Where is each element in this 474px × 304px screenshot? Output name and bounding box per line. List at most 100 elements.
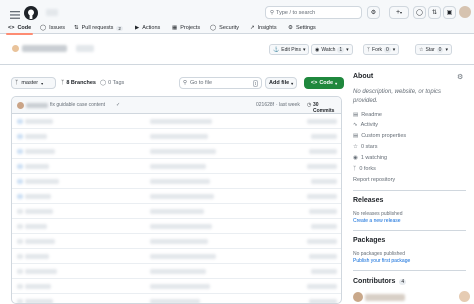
file-name[interactable] bbox=[25, 269, 57, 274]
file-name[interactable] bbox=[25, 149, 55, 154]
file-row[interactable] bbox=[12, 159, 341, 174]
author-name[interactable] bbox=[26, 103, 48, 108]
edit-pins-button[interactable]: ⚓ Edit Pins ▾ bbox=[269, 44, 310, 55]
fork-icon: ᛉ bbox=[367, 46, 371, 53]
file-commit-message[interactable] bbox=[150, 149, 216, 154]
divider bbox=[353, 230, 466, 231]
file-row[interactable] bbox=[12, 219, 341, 234]
file-commit-message[interactable] bbox=[150, 284, 210, 289]
owner-name[interactable] bbox=[46, 9, 58, 16]
tab-issues[interactable]: ◯ Issues bbox=[40, 22, 65, 34]
file-name[interactable] bbox=[25, 299, 53, 303]
forks-link[interactable]: 0 forks bbox=[359, 166, 376, 172]
file-commit-message[interactable] bbox=[150, 164, 206, 169]
file-commit-message[interactable] bbox=[150, 209, 204, 214]
file-commit-message[interactable] bbox=[150, 119, 212, 124]
tab-pull-requests[interactable]: ⇅ Pull requests 2 bbox=[74, 22, 123, 34]
branches-link[interactable]: ᛉ8 Branches bbox=[61, 77, 96, 89]
file-commit-message[interactable] bbox=[150, 299, 200, 303]
file-row[interactable] bbox=[12, 279, 341, 294]
inbox-icon[interactable]: ▣ bbox=[443, 6, 456, 19]
star-count: 0 bbox=[436, 46, 444, 53]
publish-package-link[interactable]: Publish your first package bbox=[353, 258, 410, 264]
repo-name[interactable] bbox=[22, 45, 67, 52]
code-icon: <> bbox=[8, 25, 15, 31]
file-commit-time bbox=[311, 134, 337, 139]
go-to-file-input[interactable]: ⚲ Go to file t bbox=[179, 77, 262, 89]
readme-link[interactable]: Readme bbox=[361, 112, 382, 118]
create-new-button[interactable]: + ▾ bbox=[389, 6, 409, 19]
file-row[interactable] bbox=[12, 294, 341, 303]
check-icon[interactable]: ✓ bbox=[116, 102, 120, 108]
releases-heading[interactable]: Releases bbox=[353, 197, 383, 204]
activity-link[interactable]: Activity bbox=[361, 122, 378, 128]
add-file-button[interactable]: Add file ▾ bbox=[265, 77, 298, 89]
file-row[interactable] bbox=[12, 144, 341, 159]
tab-settings[interactable]: ⚙ Settings bbox=[288, 22, 316, 34]
file-commit-message[interactable] bbox=[150, 254, 216, 259]
tab-label: Insights bbox=[257, 25, 277, 31]
file-row[interactable] bbox=[12, 249, 341, 264]
report-repository-link[interactable]: Report repository bbox=[353, 177, 395, 183]
file-row[interactable] bbox=[12, 129, 341, 144]
issues-icon[interactable]: ◯ bbox=[413, 6, 426, 19]
author-avatar bbox=[17, 102, 24, 109]
tags-link[interactable]: ◯ 0 Tags bbox=[100, 77, 124, 89]
commit-message[interactable]: fix guidable case content bbox=[50, 102, 105, 108]
file-row[interactable] bbox=[12, 114, 341, 129]
file-name[interactable] bbox=[25, 134, 47, 139]
file-commit-message[interactable] bbox=[150, 224, 212, 229]
file-row[interactable] bbox=[12, 204, 341, 219]
file-name[interactable] bbox=[25, 119, 53, 124]
search-input[interactable]: ⚲ Type / to search bbox=[265, 6, 362, 19]
contributors-heading[interactable]: Contributors 4 bbox=[353, 278, 407, 285]
custom-properties-link[interactable]: Custom properties bbox=[361, 133, 406, 139]
gear-icon[interactable]: ⚙ bbox=[457, 73, 463, 81]
file-name[interactable] bbox=[25, 164, 49, 169]
file-name[interactable] bbox=[25, 194, 51, 199]
user-avatar[interactable] bbox=[459, 6, 471, 18]
file-commit-message[interactable] bbox=[150, 239, 208, 244]
file-commit-message[interactable] bbox=[150, 134, 208, 139]
tab-security[interactable]: ◯ Security bbox=[210, 22, 239, 34]
file-row[interactable] bbox=[12, 174, 341, 189]
file-name[interactable] bbox=[25, 224, 47, 229]
code-button[interactable]: <> Code ▾ bbox=[304, 77, 344, 89]
tab-actions[interactable]: ▶ Actions bbox=[135, 22, 160, 34]
file-row[interactable] bbox=[12, 264, 341, 279]
watching-link[interactable]: 1 watching bbox=[361, 155, 387, 161]
file-commit-message[interactable] bbox=[150, 194, 214, 199]
file-commit-time bbox=[309, 254, 337, 259]
contributor-avatars[interactable] bbox=[365, 294, 405, 301]
stars-link[interactable]: 0 stars bbox=[361, 144, 378, 150]
file-row[interactable] bbox=[12, 234, 341, 249]
file-name[interactable] bbox=[25, 209, 53, 214]
github-logo-icon[interactable] bbox=[24, 6, 38, 20]
star-button[interactable]: ☆ Star 0 ▾ bbox=[415, 44, 452, 55]
packages-heading[interactable]: Packages bbox=[353, 237, 385, 244]
fork-button[interactable]: ᛉ Fork 0 ▾ bbox=[363, 44, 400, 55]
commits-link[interactable]: 30 Commits bbox=[313, 102, 341, 114]
file-commit-message[interactable] bbox=[150, 269, 206, 274]
file-name[interactable] bbox=[25, 284, 51, 289]
file-name[interactable] bbox=[25, 254, 49, 259]
commit-hash[interactable]: 021628f bbox=[256, 102, 274, 108]
pull-requests-icon[interactable]: ⇅ bbox=[428, 6, 441, 19]
tab-insights[interactable]: ↗ Insights bbox=[250, 22, 277, 34]
file-commit-message[interactable] bbox=[150, 179, 210, 184]
tab-code[interactable]: <> Code bbox=[5, 22, 34, 35]
repo-tabs: <> Code ◯ Issues ⇅ Pull requests 2 ▶ Actions … bbox=[0, 22, 330, 35]
create-release-link[interactable]: Create a new release bbox=[353, 218, 401, 224]
copilot-icon[interactable]: ⚙ bbox=[367, 6, 380, 19]
file-commit-time bbox=[307, 194, 337, 199]
watch-button[interactable]: ◉ Watch 1 ▾ bbox=[311, 44, 353, 55]
file-name[interactable] bbox=[25, 179, 59, 184]
file-name[interactable] bbox=[25, 239, 55, 244]
branch-selector[interactable]: ᛉ master ▾ bbox=[11, 77, 56, 89]
contributor-avatar[interactable] bbox=[459, 291, 470, 302]
tab-projects[interactable]: ▦ Projects bbox=[172, 22, 200, 34]
hamburger-menu-icon[interactable] bbox=[9, 9, 21, 21]
file-row[interactable] bbox=[12, 189, 341, 204]
code-label: Code bbox=[319, 80, 334, 86]
contributor-avatar[interactable] bbox=[353, 292, 363, 302]
